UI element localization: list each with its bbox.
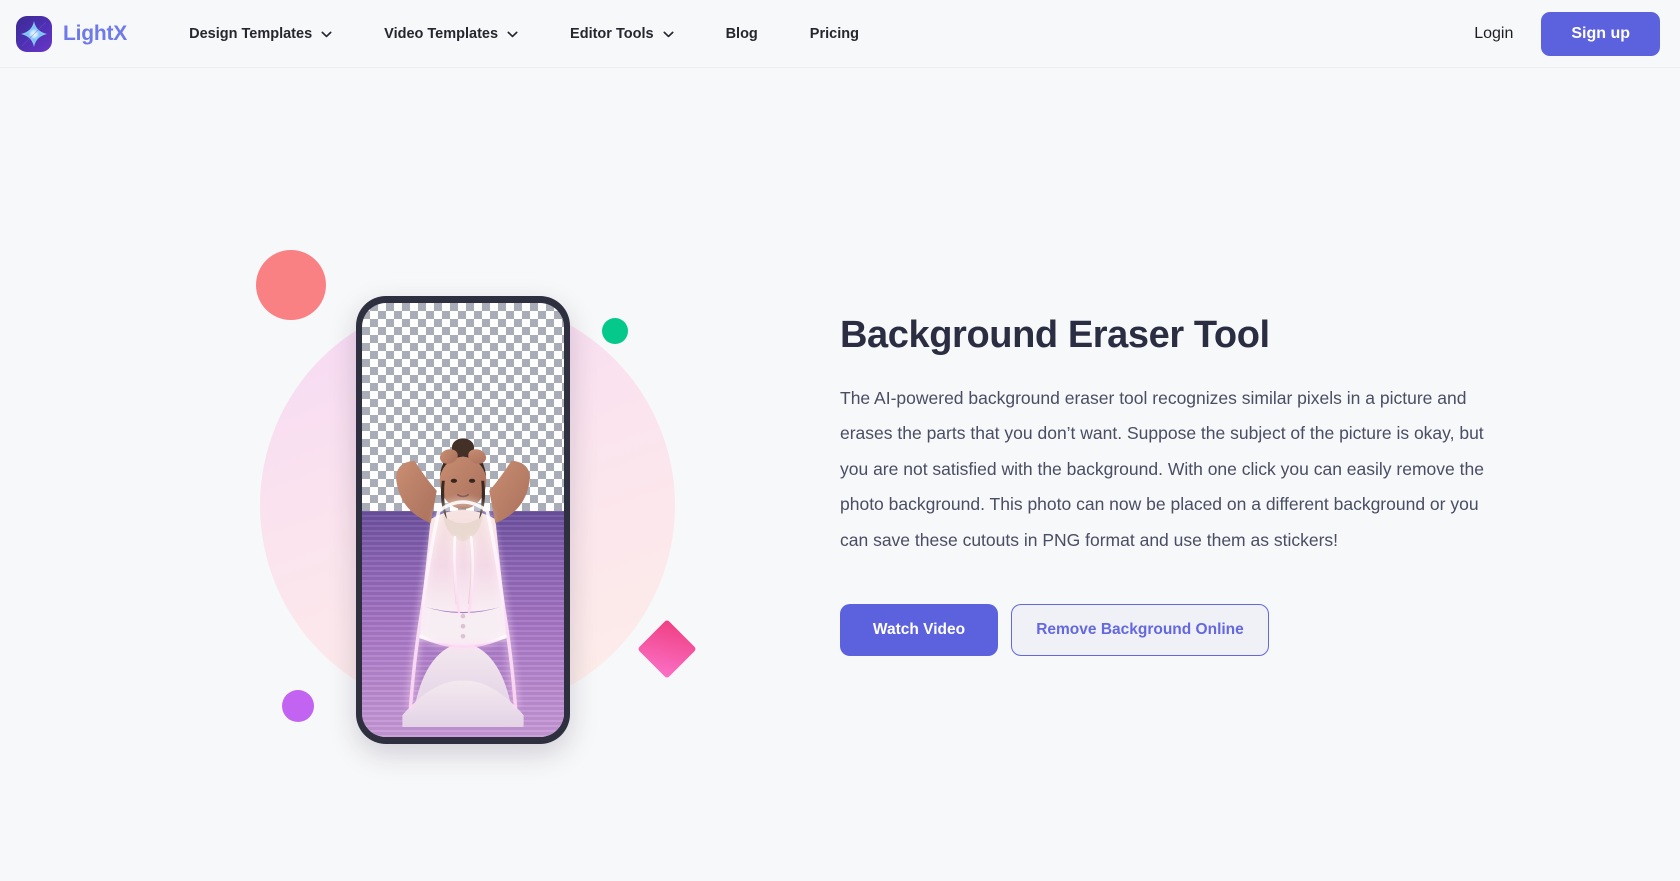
purple-circle-shape	[282, 690, 314, 722]
nav-item-label: Design Templates	[189, 25, 313, 42]
nav-item-blog[interactable]: Blog	[726, 18, 758, 50]
nav-item-design-templates[interactable]: Design Templates	[189, 18, 332, 50]
hero-description: The AI-powered background eraser tool re…	[840, 387, 1484, 550]
red-circle-shape	[256, 250, 326, 320]
signup-button[interactable]: Sign up	[1541, 11, 1660, 56]
hero-cta-row: Watch Video Remove Background Online	[840, 604, 1520, 657]
primary-nav-links: Design Templates Video Templates Editor …	[189, 18, 859, 50]
nav-item-pricing[interactable]: Pricing	[810, 18, 859, 50]
nav-item-label: Video Templates	[384, 25, 499, 42]
hero-copy: Background Eraser Tool The AI-powered ba…	[840, 313, 1520, 657]
brand-logo-link[interactable]: LightX	[16, 15, 128, 52]
hero-visual	[180, 178, 800, 798]
phone-mockup	[356, 296, 570, 744]
remove-background-online-button[interactable]: Remove Background Online	[1011, 604, 1269, 657]
edited-photo	[362, 303, 564, 737]
phone-screen-transparency-checkerboard	[362, 303, 564, 737]
watch-video-button[interactable]: Watch Video	[840, 604, 998, 657]
nav-right-group: Login Sign up	[1474, 11, 1660, 56]
page-title: Background Eraser Tool	[840, 314, 1270, 356]
nav-item-label: Blog	[725, 25, 758, 42]
lightx-spark-logo-icon	[16, 15, 52, 52]
brand-name-text: LightX	[63, 21, 128, 45]
spark-glyph	[21, 20, 47, 47]
pink-diamond-shape	[637, 619, 697, 679]
login-link[interactable]: Login	[1474, 25, 1513, 43]
nav-item-video-templates[interactable]: Video Templates	[384, 18, 518, 50]
nav-item-label: Editor Tools	[570, 25, 654, 42]
chevron-down-icon	[507, 31, 518, 38]
top-navigation-bar: LightX Design Templates Video Templates …	[0, 0, 1680, 68]
photo-subject-woman	[396, 438, 530, 728]
chevron-down-icon	[663, 31, 674, 38]
chevron-down-icon	[321, 31, 332, 38]
hero-section: Background Eraser Tool The AI-powered ba…	[0, 68, 1680, 881]
nav-item-label: Pricing	[809, 25, 859, 42]
nav-item-editor-tools[interactable]: Editor Tools	[570, 18, 674, 50]
nav-left-group: LightX Design Templates Video Templates …	[0, 15, 859, 52]
green-circle-shape	[602, 318, 628, 344]
